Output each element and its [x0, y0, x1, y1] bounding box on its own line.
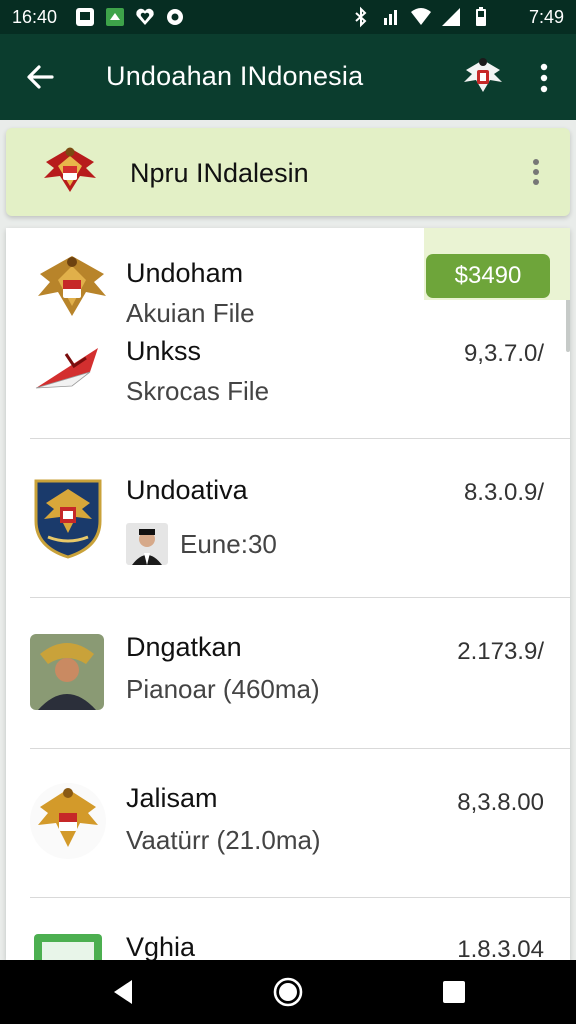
battery-icon — [476, 7, 486, 26]
item-name: Undoham — [126, 258, 244, 288]
item-subtitle: Eune:30 — [180, 529, 277, 559]
green-app-icon — [34, 934, 102, 960]
item-name: Vghia — [126, 932, 196, 960]
file-list[interactable]: Undoham Akuian File $3490 Unkss Skrocas … — [6, 228, 570, 960]
item-subtitle: Akuian File — [126, 298, 255, 328]
page-title: Undoahan INdonesia — [106, 61, 364, 91]
red-flag-icon — [35, 348, 98, 389]
app-icon — [167, 9, 183, 25]
garuda-emblem-icon — [30, 783, 106, 859]
list-item[interactable]: Undoativa Eune:30 8.3.0.9/ — [6, 439, 570, 597]
item-value: 1.8.3.04 — [457, 936, 544, 960]
more-vertical-icon[interactable] — [524, 154, 548, 190]
item-name: Undoativa — [126, 475, 248, 505]
list-item[interactable]: Jalisam Vaatürr (21.0ma) 8,3.8.00 — [6, 749, 570, 897]
app-bar: Undoahan INdonesia — [0, 34, 576, 120]
status-clock: 7:49 — [528, 7, 564, 27]
bluetooth-icon — [355, 6, 367, 28]
app-notification-icon — [106, 8, 124, 26]
item-name: Jalisam — [126, 783, 218, 813]
nav-back-icon[interactable] — [108, 976, 140, 1008]
status-icons-right — [350, 6, 492, 28]
garuda-emblem-icon[interactable] — [458, 52, 508, 102]
garuda-emblem-icon — [44, 147, 96, 192]
list-item[interactable]: Undoham Akuian File $3490 Unkss Skrocas … — [6, 228, 570, 438]
nav-home-icon[interactable] — [272, 976, 304, 1008]
item-value: 2.173.9/ — [457, 638, 544, 665]
item-value: 9,3.7.0/ — [463, 340, 544, 367]
status-icons-left — [74, 6, 186, 28]
header-card[interactable]: Npru INdalesin — [6, 128, 570, 216]
item-value: 8.3.0.9/ — [463, 479, 544, 506]
person-avatar-icon — [126, 523, 168, 565]
cell-signal-icon — [442, 8, 460, 26]
item-subtitle: Skrocas File — [126, 376, 270, 406]
item-value: 8,3.8.00 — [457, 789, 544, 816]
signal-icon — [384, 10, 397, 25]
image-icon — [76, 8, 94, 26]
header-card-title: Npru INdalesin — [130, 158, 309, 188]
more-vertical-icon[interactable] — [530, 60, 558, 96]
status-time: 16:40 — [12, 7, 58, 27]
price-badge[interactable]: $3490 — [426, 254, 550, 298]
nav-recents-icon[interactable] — [438, 976, 470, 1008]
item-name: Dngatkan — [126, 632, 242, 662]
status-bar: 16:40 7:49 — [0, 0, 576, 34]
list-item[interactable]: Dngatkan Pianoar (460ma) 2.173.9/ — [6, 598, 570, 748]
garuda-emblem-icon — [38, 256, 106, 316]
item-subtitle: Pianoar (460ma) — [126, 674, 320, 704]
arrow-left-icon[interactable] — [22, 59, 58, 95]
system-nav-bar — [0, 960, 576, 1024]
coat-of-arms-icon — [34, 479, 102, 559]
wifi-icon — [411, 8, 431, 25]
list-item[interactable]: Vghia 1.8.3.04 — [6, 898, 570, 960]
portrait-icon — [30, 634, 104, 710]
heart-icon — [136, 8, 154, 25]
item-subtitle: Vaatürr (21.0ma) — [126, 825, 321, 855]
item-name: Unkss — [126, 336, 202, 366]
